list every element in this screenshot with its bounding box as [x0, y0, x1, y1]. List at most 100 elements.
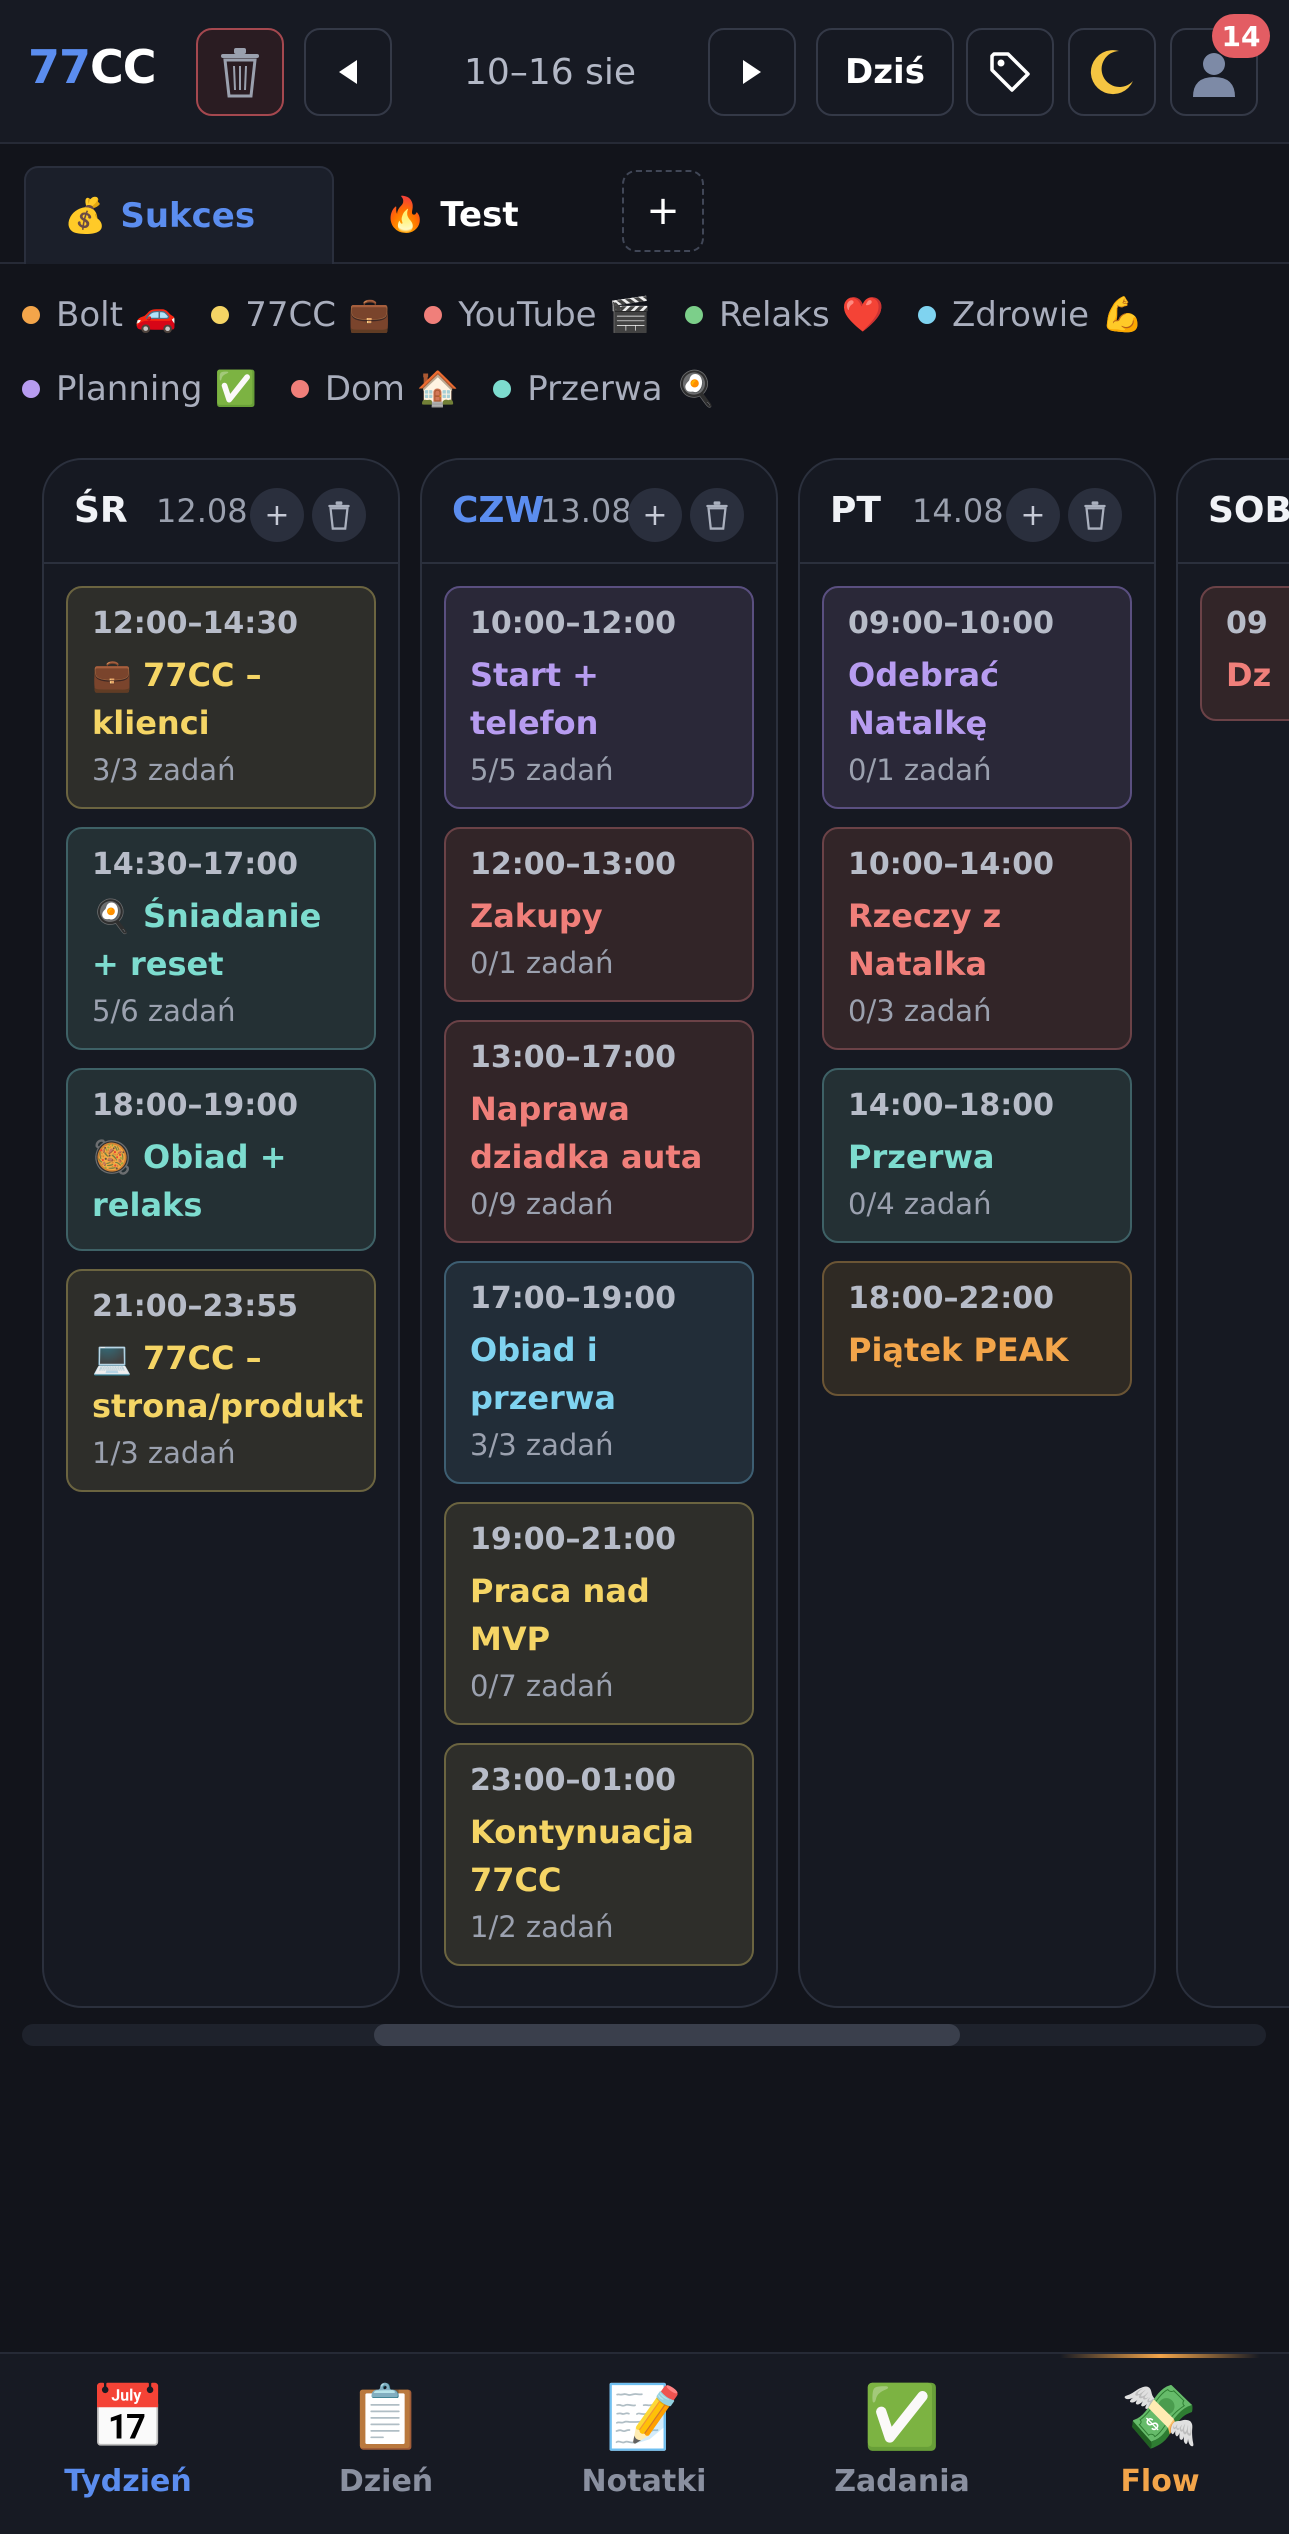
- category-emoji-icon: 🍳: [674, 369, 717, 409]
- notification-badge: 14: [1212, 14, 1270, 58]
- dark-mode-toggle[interactable]: [1068, 28, 1156, 116]
- block-title: Odebrać Natalkę: [848, 656, 1000, 742]
- block-time: 14:30–17:00: [92, 847, 298, 882]
- block-title: Start + telefon: [470, 656, 599, 742]
- time-block-card[interactable]: 17:00–19:00 Obiad i przerwa 3/3 zadań: [444, 1261, 754, 1484]
- block-time: 14:00–18:00: [848, 1088, 1054, 1123]
- time-block-card[interactable]: 23:00–01:00 Kontynuacja 77CC 1/2 zadań: [444, 1743, 754, 1966]
- legend-item[interactable]: Bolt 🚗: [22, 295, 177, 335]
- fire-icon: 🔥: [384, 195, 427, 235]
- legend-item[interactable]: Planning ✅: [22, 369, 257, 409]
- block-time: 12:00–14:30: [92, 606, 298, 641]
- trash-icon: [328, 501, 350, 530]
- delete-day-button[interactable]: [312, 488, 366, 542]
- tab-test[interactable]: 🔥 Test: [380, 166, 600, 264]
- legend-label: Planning: [56, 369, 203, 409]
- block-title: Piątek PEAK: [848, 1331, 1069, 1369]
- block-task-count: 0/4 zadań: [848, 1187, 992, 1221]
- moon-icon: [1090, 50, 1133, 95]
- arrow-left-icon: [339, 60, 357, 84]
- delete-day-button[interactable]: [1068, 488, 1122, 542]
- legend-item[interactable]: Przerwa 🍳: [493, 369, 717, 409]
- nav-flow[interactable]: 💸 Flow: [1050, 2378, 1270, 2499]
- delete-week-button[interactable]: [196, 28, 284, 116]
- category-color-dot: [684, 306, 703, 324]
- money-bag-icon: 💰: [64, 196, 107, 236]
- category-emoji-icon: 💼: [348, 295, 391, 335]
- block-task-count: 5/6 zadań: [92, 994, 236, 1028]
- legend-row: Planning ✅ Dom 🏠 Przerwa 🍳: [22, 362, 1272, 416]
- add-block-button[interactable]: +: [628, 488, 682, 542]
- legend-item[interactable]: YouTube 🎬: [424, 295, 651, 335]
- add-tab-button[interactable]: +: [622, 170, 704, 252]
- legend-item[interactable]: Relaks ❤️: [684, 295, 884, 335]
- block-title: Kontynuacja 77CC: [470, 1813, 694, 1899]
- arrow-right-icon: [743, 60, 761, 84]
- time-block-card[interactable]: 12:00–13:00 Zakupy 0/1 zadań: [444, 827, 754, 1002]
- previous-week-button[interactable]: [304, 28, 392, 116]
- trash-icon: [1084, 501, 1106, 530]
- time-block-card[interactable]: 09 Dz: [1200, 586, 1289, 721]
- block-task-count: 1/2 zadań: [470, 1910, 614, 1944]
- time-block-card[interactable]: 19:00–21:00 Praca nad MVP 0/7 zadań: [444, 1502, 754, 1725]
- calendar-icon: 📅: [89, 2380, 167, 2453]
- legend-label: 77CC: [245, 295, 336, 335]
- category-legend: Bolt 🚗 77CC 💼 YouTube 🎬 Relaks ❤️ Zdrowie 💪 Planni…: [22, 288, 1272, 436]
- legend-label: YouTube: [458, 295, 597, 335]
- clipboard-icon: 📋: [347, 2380, 425, 2453]
- legend-item[interactable]: 77CC 💼: [211, 295, 390, 335]
- add-block-button[interactable]: +: [1006, 488, 1060, 542]
- logo-part-2: CC: [90, 40, 157, 94]
- next-week-button[interactable]: [708, 28, 796, 116]
- nav-dzień[interactable]: 📋 Dzień: [276, 2378, 496, 2499]
- block-title: 🍳 Śniadanie + reset: [92, 897, 322, 983]
- time-block-card[interactable]: 14:30–17:00 🍳 Śniadanie + reset 5/6 zadań: [66, 827, 376, 1050]
- block-time: 09: [1226, 606, 1268, 641]
- trash-icon: [706, 501, 728, 530]
- category-emoji-icon: 🚗: [134, 295, 178, 335]
- bottom-navigation: 📅 Tydzień 📋 Dzień 📝 Notatki ✅ Zadania 💸 Flow: [0, 2352, 1289, 2534]
- memo-icon: 📝: [605, 2380, 683, 2453]
- day-name: SOB: [1208, 490, 1289, 531]
- plus-icon: +: [1020, 497, 1046, 533]
- week-board[interactable]: ŚR 12.08 +12:00–14:30 💼 77CC – klienci 3/3 z…: [0, 458, 1289, 2018]
- time-block-card[interactable]: 09:00–10:00 Odebrać Natalkę 0/1 zadań: [822, 586, 1132, 809]
- add-block-button[interactable]: +: [250, 488, 304, 542]
- delete-day-button[interactable]: [690, 488, 744, 542]
- block-time: 18:00–22:00: [848, 1281, 1054, 1316]
- tags-button[interactable]: [966, 28, 1054, 116]
- legend-label: Dom: [324, 369, 405, 409]
- category-color-dot: [424, 306, 443, 324]
- time-block-card[interactable]: 14:00–18:00 Przerwa 0/4 zadań: [822, 1068, 1132, 1243]
- nav-notatki[interactable]: 📝 Notatki: [534, 2378, 754, 2499]
- category-emoji-icon: 🎬: [608, 295, 651, 335]
- time-block-card[interactable]: 18:00–19:00 🥘 Obiad + relaks: [66, 1068, 376, 1251]
- time-block-card[interactable]: 13:00–17:00 Naprawa dziadka auta 0/9 zadań: [444, 1020, 754, 1243]
- time-block-card[interactable]: 10:00–14:00 Rzeczy z Natalka 0/3 zadań: [822, 827, 1132, 1050]
- scrollbar-thumb[interactable]: [374, 2024, 960, 2046]
- time-block-card[interactable]: 18:00–22:00 Piątek PEAK: [822, 1261, 1132, 1396]
- time-block-card[interactable]: 12:00–14:30 💼 77CC – klienci 3/3 zadań: [66, 586, 376, 809]
- block-task-count: 0/1 zadań: [470, 946, 614, 980]
- today-button[interactable]: Dziś: [816, 28, 954, 116]
- day-column: CZW 13.08 + 10:00–12:00 Start + telefon 5/5 z…: [420, 458, 778, 2008]
- logo-part-1: 77: [28, 40, 91, 94]
- block-time: 19:00–21:00: [470, 1522, 676, 1557]
- legend-row: Bolt 🚗 77CC 💼 YouTube 🎬 Relaks ❤️ Zdrowie 💪: [22, 288, 1272, 342]
- nav-zadania[interactable]: ✅ Zadania: [792, 2378, 1012, 2499]
- block-title: Naprawa dziadka auta: [470, 1090, 703, 1176]
- time-block-card[interactable]: 21:00–23:55 💻 77CC – strona/produkt 1/3 za…: [66, 1269, 376, 1492]
- legend-item[interactable]: Zdrowie 💪: [918, 295, 1143, 335]
- legend-item[interactable]: Dom 🏠: [290, 369, 459, 409]
- block-time: 10:00–14:00: [848, 847, 1054, 882]
- block-task-count: 0/7 zadań: [470, 1669, 614, 1703]
- nav-tydzień[interactable]: 📅 Tydzień: [18, 2378, 238, 2499]
- time-block-card[interactable]: 10:00–12:00 Start + telefon 5/5 zadań: [444, 586, 754, 809]
- block-task-count: 3/3 zadań: [92, 753, 236, 787]
- horizontal-scrollbar[interactable]: [22, 2024, 1266, 2046]
- day-column-header: CZW 13.08 +: [422, 460, 776, 564]
- block-title: Rzeczy z Natalka: [848, 897, 1002, 983]
- tab-sukces[interactable]: 💰 Sukces: [24, 166, 334, 264]
- week-date-range: 10–16 sie: [464, 51, 636, 93]
- nav-label: Flow: [1120, 2464, 1200, 2499]
